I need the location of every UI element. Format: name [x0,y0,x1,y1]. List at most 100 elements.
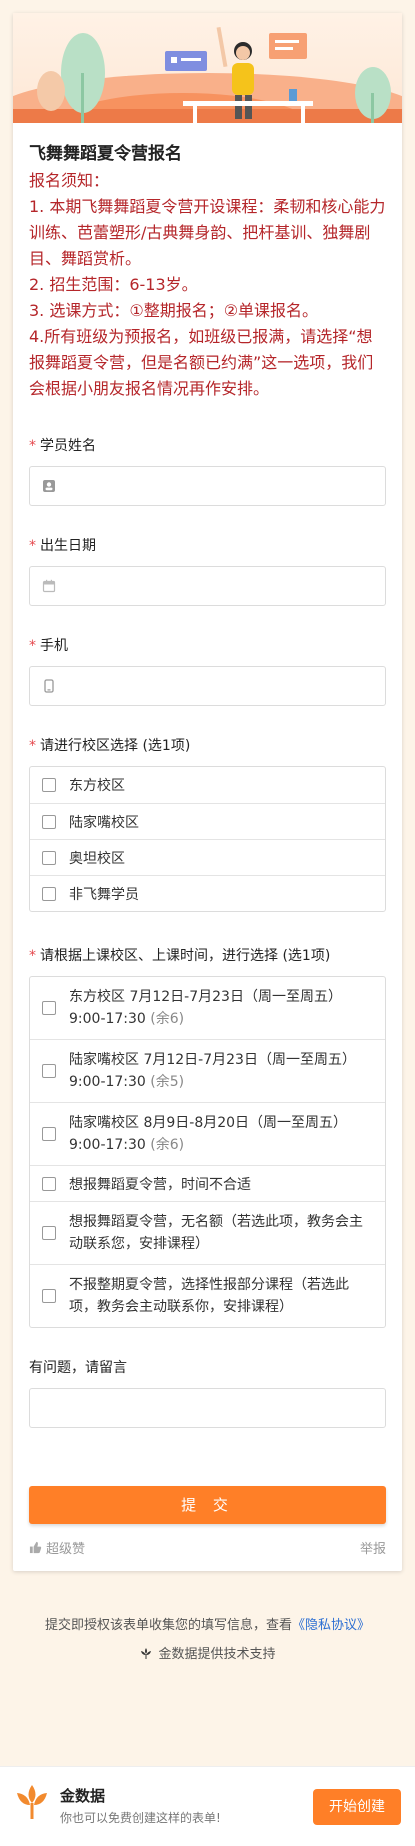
option-label: 非飞舞学员 [69,886,139,903]
option-line1: 不报整期夏令营，选择性报部分课程（若选此 [69,1277,349,1293]
option-label: 东方校区 [69,778,125,794]
like-label: 超级赞 [46,1542,86,1557]
option-line1: 陆家嘴校区 7月12日-7月23日（周一至周五） [69,1052,356,1068]
card-footer: 超级赞 举报 [29,1524,386,1571]
campus-options: 东方校区 陆家嘴校区 奥坦校区 非飞舞学员 [29,766,386,912]
option-line1: 东方校区 7月12日-7月23日（周一至周五） [69,989,342,1005]
person-card-icon [43,480,55,492]
session-option[interactable]: 想报舞蹈夏令营，时间不合适 [30,1165,385,1201]
option-line2: 9:00-17:30 [69,1137,146,1153]
checkbox[interactable] [42,850,56,865]
checkbox[interactable] [42,778,56,792]
remaining-count: (余5) [150,1074,185,1090]
session-label: 请根据上课校区、上课时间，进行选择 (选1项) [40,948,331,964]
powered-label: 金数据提供技术支持 [158,1647,276,1662]
option-text: 陆家嘴校区 7月12日-7月23日（周一至周五） 9:00-17:30 (余5) [69,1049,356,1093]
checkbox[interactable] [42,1001,56,1015]
checkbox[interactable] [42,1289,56,1303]
option-line2: 9:00-17:30 [69,1074,146,1090]
like-button[interactable]: 超级赞 [29,1538,85,1557]
checkbox[interactable] [42,814,56,829]
option-line2-wrap: 9:00-17:30 (余6) [69,1134,347,1156]
field-session: * 请根据上课校区、上课时间，进行选择 (选1项) 东方校区 7月12日-7月23… [29,946,386,1328]
thumbs-up-icon [29,1541,42,1554]
field-label: * 请进行校区选择 (选1项) [29,736,386,756]
option-label: 陆家嘴校区 [69,814,139,831]
session-option[interactable]: 东方校区 7月12日-7月23日（周一至周五） 9:00-17:30 (余6) [30,977,385,1039]
field-label: * 学员姓名 [29,436,386,456]
notice-line: 1. 本期飞舞舞蹈夏令营开设课程：柔韧和核心能力训练、芭蕾塑形/古典舞身韵、把杆… [29,197,386,268]
session-option[interactable]: 陆家嘴校区 8月9日-8月20日（周一至周五） 9:00-17:30 (余6) [30,1102,385,1165]
campus-option[interactable]: 奥坦校区 [30,839,385,875]
option-line2: 项，教务会主动联系你，安排课程） [69,1299,293,1315]
checkbox[interactable] [42,1226,56,1240]
jinshuju-logo-icon [141,1647,152,1659]
checkbox[interactable] [42,1176,56,1191]
field-phone: * 手机 [29,636,386,706]
campus-option[interactable]: 东方校区 [30,767,385,803]
option-text: 东方校区 7月12日-7月23日（周一至周五） 9:00-17:30 (余6) [69,986,342,1030]
notice-line: 3. 选课方式：①整期报名；②单课报名。 [29,301,319,320]
brand-name: 金数据 [60,1787,106,1805]
field-label: * 出生日期 [29,536,386,556]
student-name-label: 学员姓名 [40,438,96,454]
powered-by: 金数据提供技术支持 [0,1643,415,1662]
campus-label: 请进行校区选择 (选1项) [40,738,191,754]
option-label: 奥坦校区 [69,850,125,867]
required-mark: * [29,638,36,654]
option-line2-wrap: 9:00-17:30 (余6) [69,1008,342,1030]
field-message: 有问题，请留言 [29,1358,386,1428]
required-mark: * [29,438,36,454]
privacy-link[interactable]: 《隐私协议》 [292,1618,370,1633]
submit-button[interactable]: 提 交 [29,1486,386,1524]
form-banner [13,13,402,123]
form-title: 飞舞舞蹈夏令营报名 [29,144,182,164]
session-option[interactable]: 不报整期夏令营，选择性报部分课程（若选此 项，教务会主动联系你，安排课程） [30,1264,385,1327]
notice-line: 报名须知： [29,171,110,190]
notice-line: 4.所有班级为预报名，如班级已报满，请选择“想报舞蹈夏令营，但是名额已约满”这一… [29,327,374,398]
option-text: 想报舞蹈夏令营，无名额（若选此项，教务会主 动联系您，安排课程） [69,1211,363,1255]
option-line1: 想报舞蹈夏令营，时间不合适 [69,1176,251,1193]
required-mark: * [29,538,36,554]
required-mark: * [29,738,36,754]
form-card: 飞舞舞蹈夏令营报名 报名须知： 1. 本期飞舞舞蹈夏令营开设课程：柔韧和核心能力… [13,13,402,1571]
option-text: 陆家嘴校区 8月9日-8月20日（周一至周五） 9:00-17:30 (余6) [69,1112,347,1156]
option-line1: 想报舞蹈夏令营，无名额（若选此项，教务会主 [69,1214,363,1230]
field-student-name: * 学员姓名 [29,436,386,506]
phone-label: 手机 [40,638,68,654]
student-name-input[interactable] [29,466,386,506]
remaining-count: (余6) [150,1011,185,1027]
message-input[interactable] [29,1388,386,1428]
message-label: 有问题，请留言 [29,1360,127,1376]
option-line2-wrap: 9:00-17:30 (余5) [69,1071,356,1093]
field-birth-date: * 出生日期 [29,536,386,606]
consent-text: 提交即授权该表单收集您的填写信息，查看《隐私协议》 [0,1614,415,1633]
checkbox[interactable] [42,1127,56,1141]
form-notice: 报名须知： 1. 本期飞舞舞蹈夏令营开设课程：柔韧和核心能力训练、芭蕾塑形/古典… [29,168,386,402]
option-line2: 9:00-17:30 [69,1011,146,1027]
remaining-count: (余6) [150,1137,185,1153]
session-options: 东方校区 7月12日-7月23日（周一至周五） 9:00-17:30 (余6) … [29,976,386,1328]
field-label: * 请根据上课校区、上课时间，进行选择 (选1项) [29,946,386,966]
campus-option[interactable]: 陆家嘴校区 [30,803,385,839]
bottom-promo-bar: 金数据 你也可以免费创建这样的表单! 开始创建 [0,1766,415,1846]
campus-option[interactable]: 非飞舞学员 [30,875,385,911]
option-line1: 陆家嘴校区 8月9日-8月20日（周一至周五） [69,1115,348,1131]
field-campus: * 请进行校区选择 (选1项) 东方校区 陆家嘴校区 奥坦校区 非飞舞学员 [29,736,386,912]
start-create-button[interactable]: 开始创建 [313,1789,401,1825]
session-option[interactable]: 陆家嘴校区 7月12日-7月23日（周一至周五） 9:00-17:30 (余5) [30,1039,385,1102]
calendar-icon [42,579,56,593]
phone-input[interactable] [29,666,386,706]
session-option[interactable]: 想报舞蹈夏令营，无名额（若选此项，教务会主 动联系您，安排课程） [30,1201,385,1264]
birth-date-label: 出生日期 [40,538,96,554]
field-label: * 手机 [29,636,386,656]
report-link[interactable]: 举报 [360,1538,386,1557]
required-mark: * [29,948,36,964]
birth-date-input[interactable] [29,566,386,606]
brand-tagline: 你也可以免费创建这样的表单! [60,1811,221,1825]
notice-line: 2. 招生范围：6-13岁。 [29,275,198,294]
consent-prefix: 提交即授权该表单收集您的填写信息，查看 [44,1618,292,1633]
checkbox[interactable] [42,1064,56,1078]
banner-illustration [37,26,391,123]
checkbox[interactable] [42,886,56,901]
